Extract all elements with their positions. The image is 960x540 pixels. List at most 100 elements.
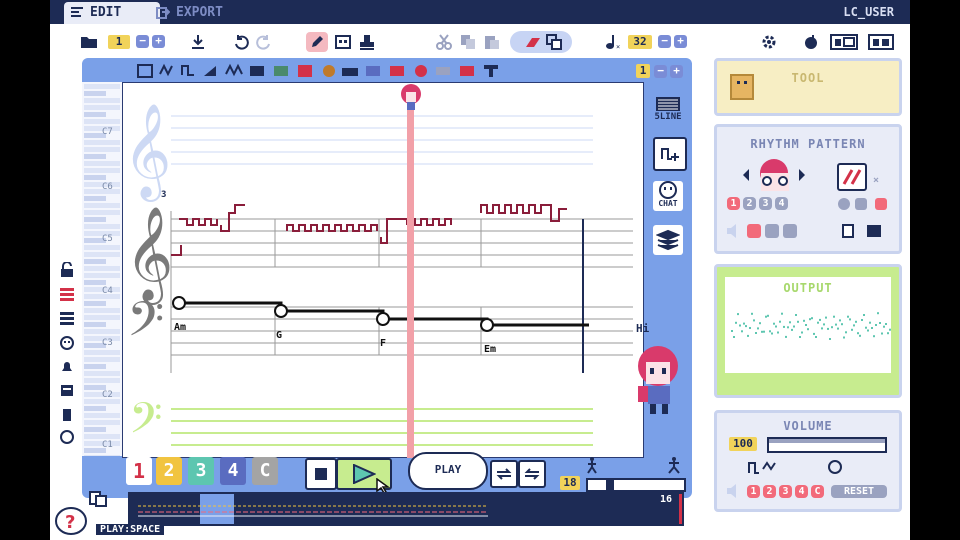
volume-channel-3[interactable]: 3 xyxy=(779,485,792,498)
stop-button[interactable] xyxy=(305,458,337,490)
drum-icon[interactable] xyxy=(60,382,74,398)
copy-icon[interactable] xyxy=(460,34,476,50)
timeline-overview[interactable]: 16 xyxy=(128,492,684,526)
tempo-plus-button[interactable]: + xyxy=(674,35,687,48)
tab-export[interactable]: EXPORT xyxy=(150,2,266,24)
mute-icon[interactable] xyxy=(60,408,74,422)
rhythm-clear-icon[interactable]: × xyxy=(873,175,879,186)
waveform-dot xyxy=(763,330,765,333)
track-list-icon[interactable] xyxy=(60,312,74,326)
circle-icon[interactable] xyxy=(60,430,74,444)
tempo-minus-button[interactable]: − xyxy=(658,35,671,48)
pencil-tool-button[interactable] xyxy=(306,32,328,52)
timeline-graph xyxy=(138,494,682,524)
add-rhythm-button[interactable] xyxy=(653,137,687,171)
volume-reset-button[interactable]: RESET xyxy=(831,485,887,498)
rhythm-copy-paste-icons[interactable] xyxy=(841,223,885,239)
volume-channel-2[interactable]: 2 xyxy=(763,485,776,498)
repeat-button[interactable] xyxy=(518,460,546,488)
piano-key xyxy=(84,210,120,215)
rhythm-number-3[interactable]: 3 xyxy=(759,197,772,210)
speed-slider[interactable] xyxy=(586,478,686,492)
character-sprite[interactable] xyxy=(630,342,688,418)
tab-export-label: EXPORT xyxy=(176,5,223,20)
stamp-tool-icon[interactable] xyxy=(358,33,376,51)
rhythm-number-4[interactable]: 4 xyxy=(775,197,788,210)
waveform-dot xyxy=(755,332,757,334)
instrument-2-button[interactable]: 2 xyxy=(156,457,182,485)
rhythm-pattern-preview[interactable] xyxy=(837,163,867,191)
redo-icon[interactable] xyxy=(256,34,272,50)
waveform-dot xyxy=(833,315,835,318)
download-icon[interactable] xyxy=(190,34,206,50)
side-tool-column: 5LINE CHAT xyxy=(650,95,687,255)
tab-bar: EDIT EXPORT LC_USER xyxy=(50,0,910,24)
volume-channel-4[interactable]: 4 xyxy=(795,485,808,498)
layout-toggle-icon[interactable] xyxy=(830,34,858,50)
waveform-dot xyxy=(739,324,741,327)
paste-icon[interactable] xyxy=(484,34,500,50)
waveform-dot xyxy=(807,328,809,331)
piano-key xyxy=(84,413,120,418)
undo-icon[interactable] xyxy=(233,34,249,50)
duplicate-icon[interactable] xyxy=(546,34,562,50)
five-line-button[interactable]: 5LINE xyxy=(650,95,686,127)
rhythm-character-icon[interactable] xyxy=(739,157,809,193)
piano-key xyxy=(84,273,120,278)
volume-slider[interactable] xyxy=(767,437,887,453)
waveform-dot xyxy=(849,318,851,321)
rhythm-option-icons[interactable] xyxy=(837,197,893,211)
waveform-dot xyxy=(737,313,739,316)
rhythm-sound-icons[interactable] xyxy=(725,223,815,239)
instrument-1-button[interactable]: 1 xyxy=(126,457,152,485)
settings-gear-icon[interactable] xyxy=(760,34,778,50)
edit-icon xyxy=(71,7,83,17)
chord-label-am: Am xyxy=(174,322,187,333)
lock-icon[interactable] xyxy=(60,262,74,278)
instrument-icons-row[interactable] xyxy=(136,62,606,80)
speed-slider-thumb[interactable] xyxy=(606,478,614,492)
layers-button[interactable] xyxy=(653,225,683,255)
instrument-3-button[interactable]: 3 xyxy=(188,457,214,485)
tab-edit[interactable]: EDIT xyxy=(64,2,160,24)
cut-icon[interactable] xyxy=(436,34,452,50)
copy-pages-icon[interactable] xyxy=(88,490,108,508)
waveform-dot xyxy=(783,325,785,328)
chord-note-g xyxy=(274,304,288,318)
bell-icon[interactable] xyxy=(60,360,74,374)
page-plus-button[interactable]: + xyxy=(152,35,165,48)
volume-channel-1[interactable]: 1 xyxy=(747,485,760,498)
page-minus-button[interactable]: − xyxy=(136,35,149,48)
instrument-c-button[interactable]: C xyxy=(252,457,278,485)
repeat-icon xyxy=(524,468,540,480)
playhead-character-icon[interactable] xyxy=(396,80,426,112)
folder-icon[interactable] xyxy=(80,34,98,50)
octave-label-c1: C1 xyxy=(102,440,113,450)
tool-book-icon[interactable] xyxy=(729,73,755,101)
face-icon[interactable] xyxy=(60,336,74,350)
octave-label-c4: C4 xyxy=(102,286,113,296)
loop-button[interactable] xyxy=(490,460,518,488)
piano-key xyxy=(84,259,106,264)
speaker-icon[interactable] xyxy=(725,483,741,499)
rhythm-number-1[interactable]: 1 xyxy=(727,197,740,210)
volume-channel-c[interactable]: C xyxy=(811,485,824,498)
eraser-icon[interactable] xyxy=(524,35,542,49)
waveform-dot xyxy=(809,318,811,321)
window-mode-icon[interactable] xyxy=(868,34,894,50)
instrument-4-button[interactable]: 4 xyxy=(220,457,246,485)
score-staff[interactable]: 𝄞 𝄞 𝄢 𝄢 3 xyxy=(122,82,644,458)
help-icon[interactable]: ? xyxy=(54,506,88,536)
select-tool-icon[interactable] xyxy=(334,34,352,50)
volume-panel: VOLUME 100 1 2 3 4 C RESET xyxy=(714,410,902,512)
instrument-page-minus[interactable]: − xyxy=(654,65,667,78)
playhead[interactable] xyxy=(407,100,414,458)
metronome-icon[interactable] xyxy=(802,34,820,50)
chat-button[interactable]: CHAT xyxy=(653,181,683,211)
waveform-dot xyxy=(805,324,807,326)
tool-panel: TOOL xyxy=(714,58,902,116)
instrument-page-plus[interactable]: + xyxy=(670,65,683,78)
track-red-icon[interactable] xyxy=(60,288,74,302)
rhythm-number-2[interactable]: 2 xyxy=(743,197,756,210)
waveform-dot xyxy=(859,334,861,337)
